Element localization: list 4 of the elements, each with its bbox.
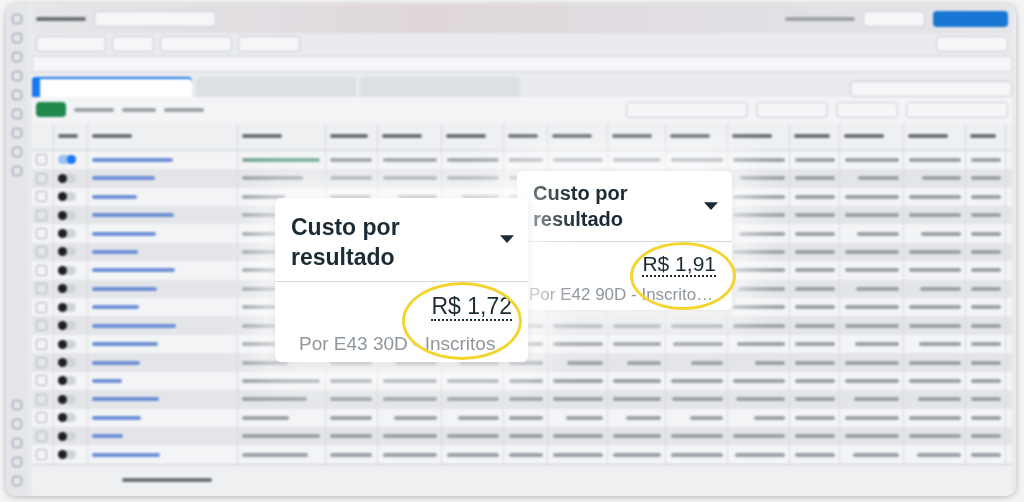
result-label: Por E42 90D - Inscrito… <box>529 285 714 306</box>
column-title: Custo por resultado <box>291 212 401 272</box>
column-title: Custo por resultado <box>533 181 629 232</box>
result-label: Por E43 30D - Inscritos <box>299 333 496 356</box>
